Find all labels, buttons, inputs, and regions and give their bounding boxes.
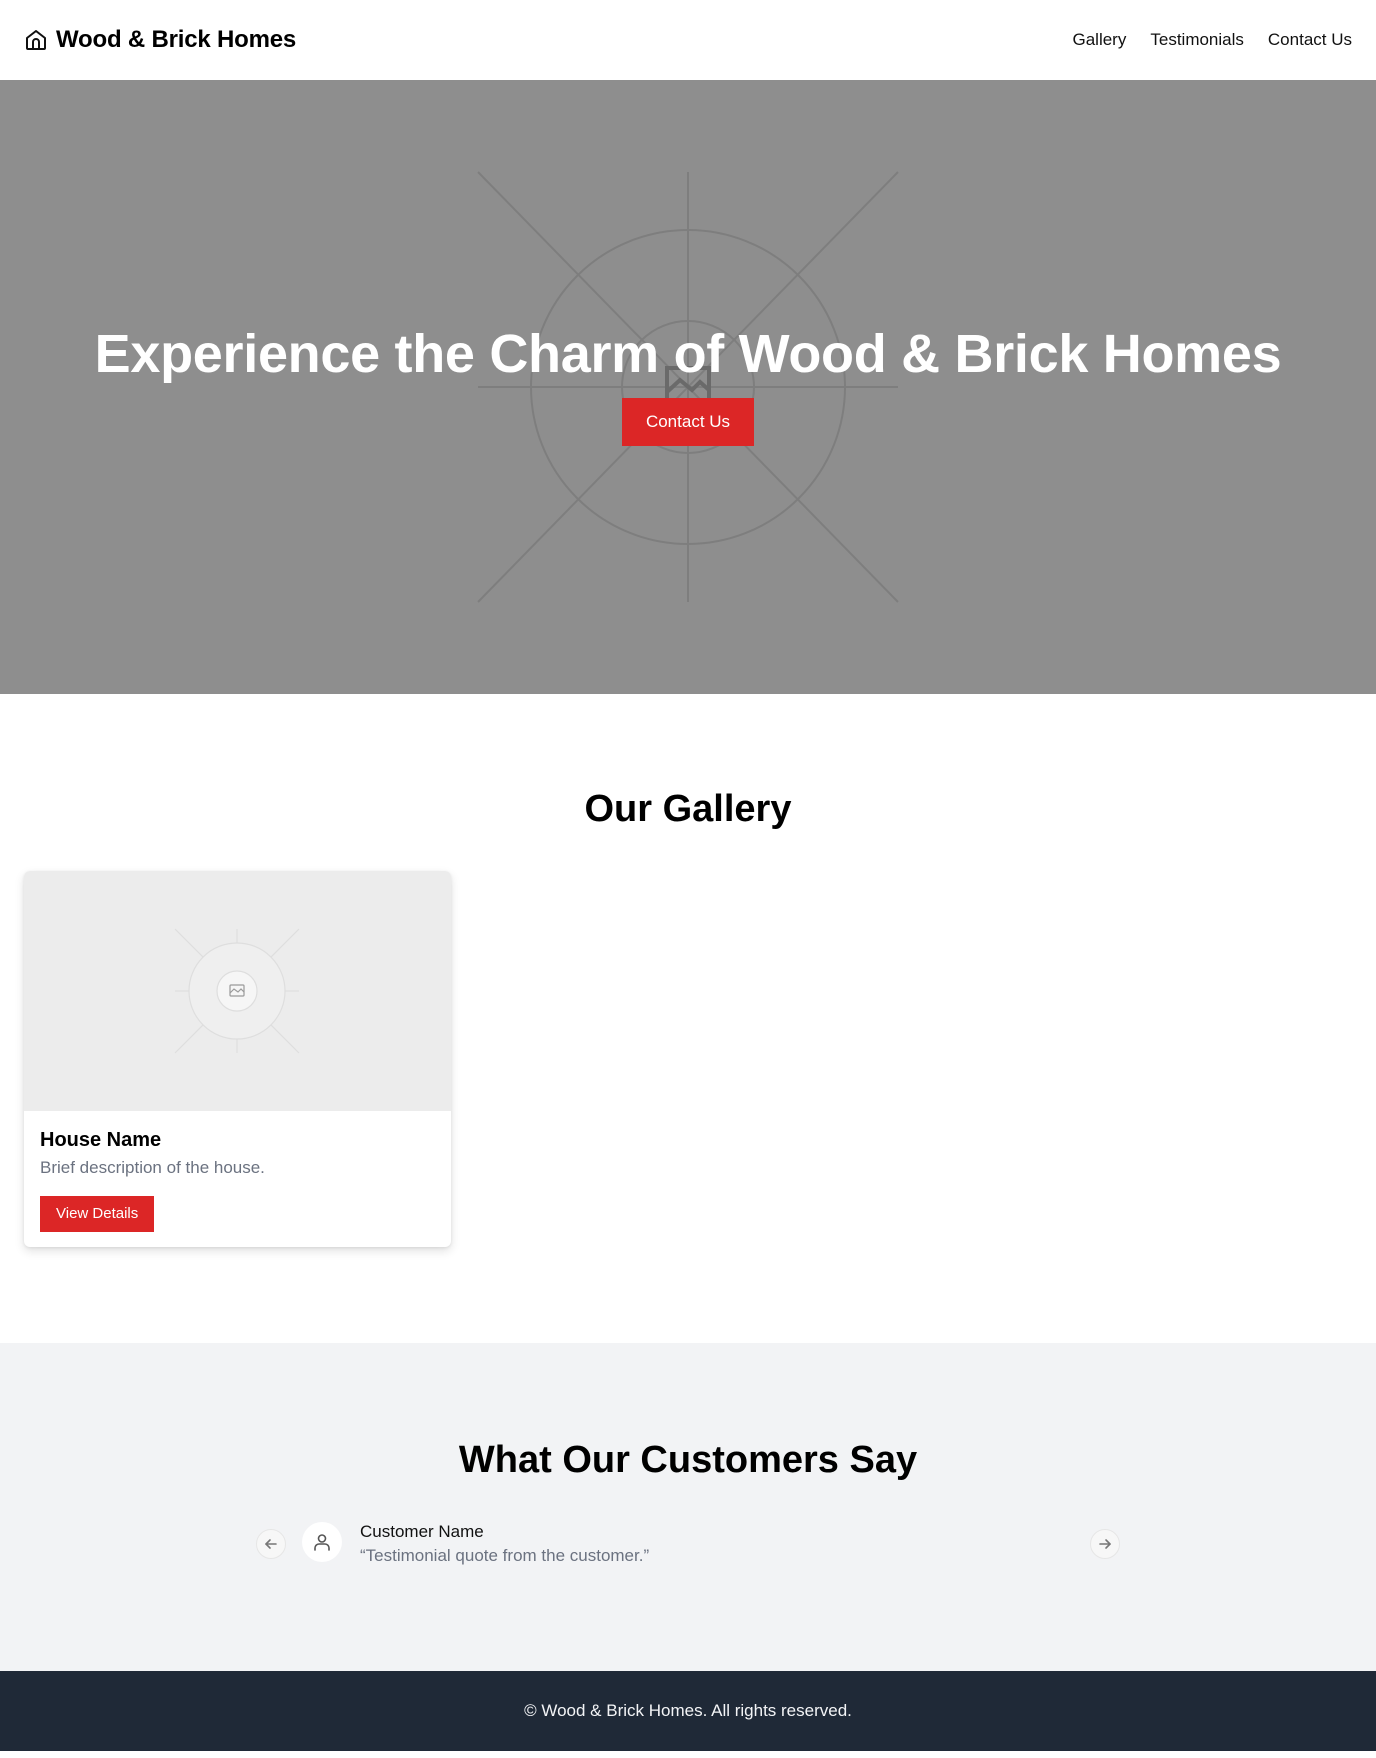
customer-name: Customer Name bbox=[360, 1522, 484, 1541]
testimonials-section: What Our Customers Say Customer Name “Te… bbox=[0, 1343, 1376, 1671]
prev-testimonial-button[interactable] bbox=[256, 1529, 286, 1559]
gallery-card: House Name Brief description of the hous… bbox=[24, 871, 451, 1247]
brand-name: Wood & Brick Homes bbox=[56, 26, 296, 53]
gallery-section: Our Gallery House Name Brief description… bbox=[0, 694, 1376, 1343]
hero-contact-button[interactable]: Contact Us bbox=[621, 398, 755, 447]
site-header: Wood & Brick Homes Gallery Testimonials … bbox=[0, 0, 1376, 80]
site-footer: © Wood & Brick Homes. All rights reserve… bbox=[0, 1671, 1376, 1751]
card-description: Brief description of the house. bbox=[40, 1158, 265, 1177]
card-title: House Name bbox=[40, 1129, 162, 1151]
testimonial-carousel: Customer Name “Testimonial quote from th… bbox=[256, 1522, 1120, 1566]
card-body: House Name Brief description of the hous… bbox=[24, 1111, 451, 1247]
view-details-button[interactable]: View Details bbox=[40, 1196, 155, 1232]
hero-section: Experience the Charm of Wood & Brick Hom… bbox=[0, 80, 1376, 694]
testimonial-quote: “Testimonial quote from the customer.” bbox=[360, 1546, 650, 1565]
testimonial: Customer Name “Testimonial quote from th… bbox=[360, 1522, 649, 1566]
nav-link-gallery[interactable]: Gallery bbox=[1073, 30, 1127, 50]
arrow-left-icon bbox=[265, 1539, 277, 1549]
avatar bbox=[302, 1522, 342, 1562]
footer-copyright: © Wood & Brick Homes. All rights reserve… bbox=[524, 1701, 852, 1720]
hero-title: Experience the Charm of Wood & Brick Hom… bbox=[94, 324, 1282, 384]
gallery-title: Our Gallery bbox=[584, 788, 792, 830]
gallery-cards: House Name Brief description of the hous… bbox=[24, 871, 1352, 1247]
main-nav: Gallery Testimonials Contact Us bbox=[1073, 30, 1353, 50]
card-image bbox=[24, 871, 451, 1111]
user-icon bbox=[314, 1534, 330, 1551]
nav-link-contact[interactable]: Contact Us bbox=[1268, 30, 1352, 50]
arrow-right-icon bbox=[1099, 1539, 1111, 1549]
image-placeholder-icon bbox=[174, 928, 300, 1054]
brand[interactable]: Wood & Brick Homes bbox=[24, 26, 296, 54]
home-icon bbox=[24, 28, 48, 52]
testimonials-title: What Our Customers Say bbox=[458, 1439, 918, 1481]
next-testimonial-button[interactable] bbox=[1090, 1529, 1120, 1559]
hero-content: Experience the Charm of Wood & Brick Hom… bbox=[0, 324, 1376, 447]
nav-link-testimonials[interactable]: Testimonials bbox=[1150, 30, 1244, 50]
